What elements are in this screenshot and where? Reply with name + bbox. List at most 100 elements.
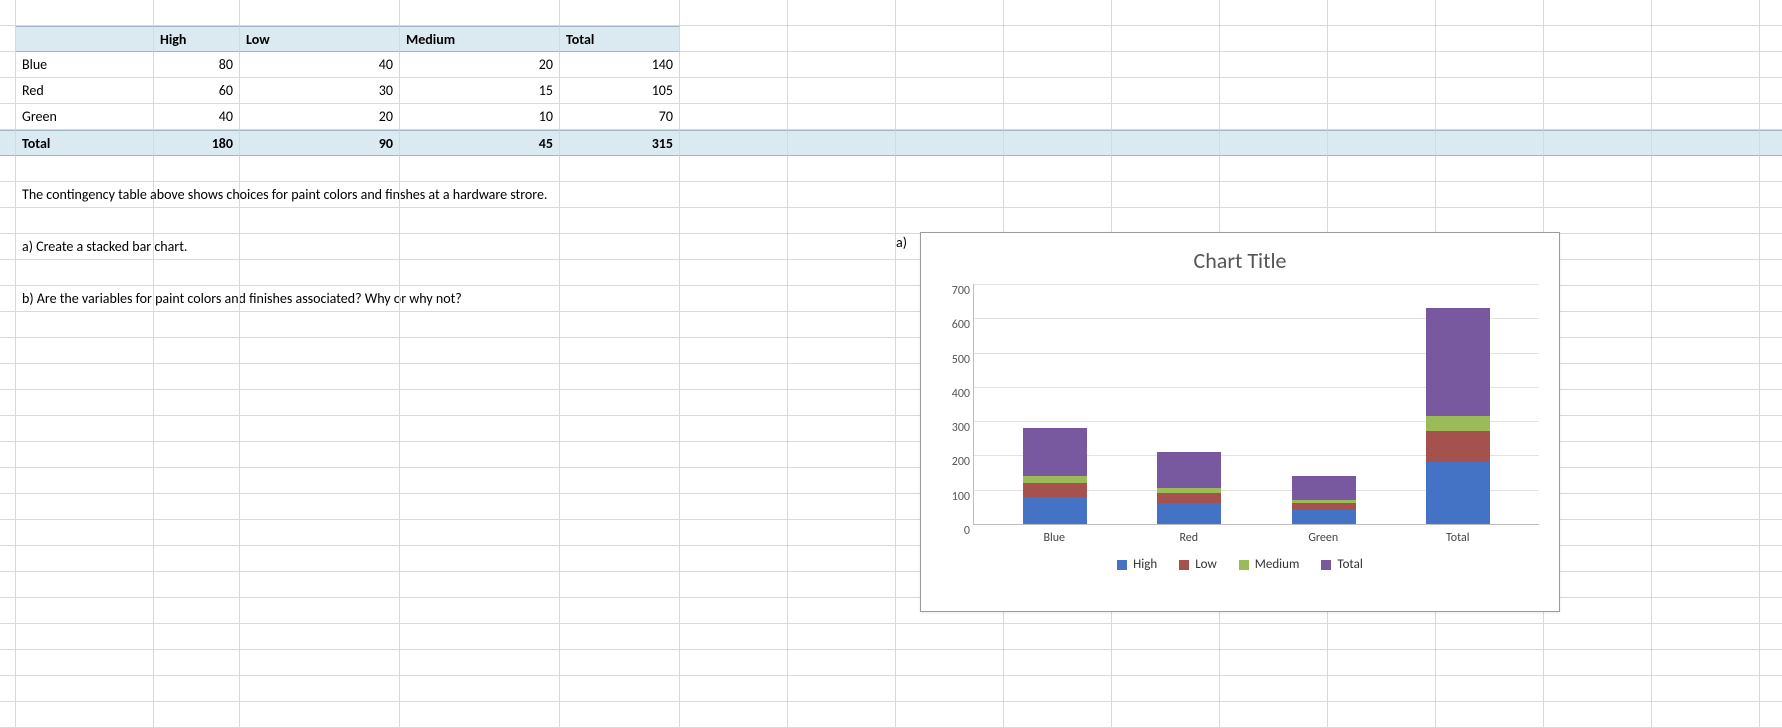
cell[interactable]: [560, 260, 680, 286]
cell[interactable]: [16, 702, 154, 728]
cell[interactable]: [240, 364, 400, 390]
cell[interactable]: [1436, 78, 1544, 104]
cell[interactable]: [1760, 104, 1782, 130]
cell[interactable]: [1328, 0, 1436, 26]
cell[interactable]: [0, 52, 16, 78]
cell[interactable]: [1760, 390, 1782, 416]
cell[interactable]: [1328, 208, 1436, 234]
cell[interactable]: [0, 26, 16, 52]
cell[interactable]: [560, 312, 680, 338]
cell[interactable]: [680, 572, 788, 598]
cell[interactable]: [788, 520, 896, 546]
cell[interactable]: [1544, 442, 1652, 468]
cell[interactable]: [400, 286, 560, 312]
cell[interactable]: [1112, 650, 1220, 676]
cell[interactable]: [1220, 104, 1328, 130]
cell[interactable]: [1652, 338, 1760, 364]
cell[interactable]: [1760, 364, 1782, 390]
cell[interactable]: [560, 572, 680, 598]
cell[interactable]: [680, 364, 788, 390]
cell[interactable]: [680, 26, 788, 52]
cell[interactable]: [1544, 546, 1652, 572]
cell[interactable]: [788, 78, 896, 104]
cell[interactable]: [16, 572, 154, 598]
cell[interactable]: [0, 338, 16, 364]
cell[interactable]: [154, 494, 240, 520]
cell[interactable]: [1328, 702, 1436, 728]
cell[interactable]: [1112, 624, 1220, 650]
cell[interactable]: [1544, 312, 1652, 338]
cell[interactable]: [240, 416, 400, 442]
cell[interactable]: [896, 156, 1004, 182]
cell[interactable]: [788, 598, 896, 624]
cell[interactable]: [788, 52, 896, 78]
cell[interactable]: [1544, 702, 1652, 728]
cell[interactable]: [0, 546, 16, 572]
cell[interactable]: [1652, 702, 1760, 728]
cell[interactable]: [400, 468, 560, 494]
cell[interactable]: [1544, 208, 1652, 234]
cell[interactable]: [680, 286, 788, 312]
cell[interactable]: [1220, 650, 1328, 676]
cell[interactable]: [240, 676, 400, 702]
chart-bar-group[interactable]: [1151, 284, 1227, 524]
chart-legend-item[interactable]: High: [1117, 557, 1157, 572]
cell[interactable]: [1760, 650, 1782, 676]
cell[interactable]: [1652, 78, 1760, 104]
cell[interactable]: [16, 650, 154, 676]
cell[interactable]: [560, 390, 680, 416]
cell[interactable]: [1220, 52, 1328, 78]
cell[interactable]: [1760, 0, 1782, 26]
cell[interactable]: [788, 546, 896, 572]
cell[interactable]: [788, 676, 896, 702]
cell[interactable]: [1652, 468, 1760, 494]
cell[interactable]: [1544, 182, 1652, 208]
cell[interactable]: [400, 624, 560, 650]
cell[interactable]: [1760, 156, 1782, 182]
cell[interactable]: [1544, 416, 1652, 442]
cell[interactable]: [240, 468, 400, 494]
cell[interactable]: [896, 182, 1004, 208]
cell[interactable]: [680, 234, 788, 260]
cell[interactable]: [240, 182, 400, 208]
cell[interactable]: [1760, 520, 1782, 546]
cell[interactable]: [1544, 494, 1652, 520]
cell[interactable]: [560, 286, 680, 312]
cell[interactable]: [1652, 208, 1760, 234]
cell[interactable]: [788, 572, 896, 598]
cell[interactable]: [240, 286, 400, 312]
cell[interactable]: [1544, 598, 1652, 624]
cell[interactable]: [1004, 26, 1112, 52]
cell[interactable]: [680, 650, 788, 676]
cell[interactable]: [1544, 26, 1652, 52]
cell[interactable]: [154, 182, 240, 208]
cell[interactable]: [896, 78, 1004, 104]
cell[interactable]: [1544, 234, 1652, 260]
cell[interactable]: [788, 26, 896, 52]
cell[interactable]: [788, 494, 896, 520]
cell[interactable]: [680, 338, 788, 364]
cell[interactable]: [1652, 494, 1760, 520]
cell[interactable]: [240, 0, 400, 26]
cell[interactable]: [1544, 130, 1652, 156]
cell[interactable]: [560, 442, 680, 468]
cell[interactable]: [1004, 624, 1112, 650]
cell[interactable]: [1544, 390, 1652, 416]
cell[interactable]: [0, 702, 16, 728]
chart-bar-group[interactable]: [1017, 284, 1093, 524]
cell[interactable]: [16, 338, 154, 364]
cell[interactable]: [240, 546, 400, 572]
cell[interactable]: [788, 130, 896, 156]
cell[interactable]: [680, 468, 788, 494]
cell[interactable]: [1652, 546, 1760, 572]
cell[interactable]: [1652, 364, 1760, 390]
cell[interactable]: [1004, 182, 1112, 208]
cell[interactable]: [1652, 156, 1760, 182]
cell[interactable]: [560, 650, 680, 676]
cell[interactable]: [1436, 624, 1544, 650]
cell[interactable]: [680, 156, 788, 182]
cell[interactable]: [16, 156, 154, 182]
cell[interactable]: [788, 182, 896, 208]
cell[interactable]: [154, 390, 240, 416]
cell[interactable]: [400, 494, 560, 520]
